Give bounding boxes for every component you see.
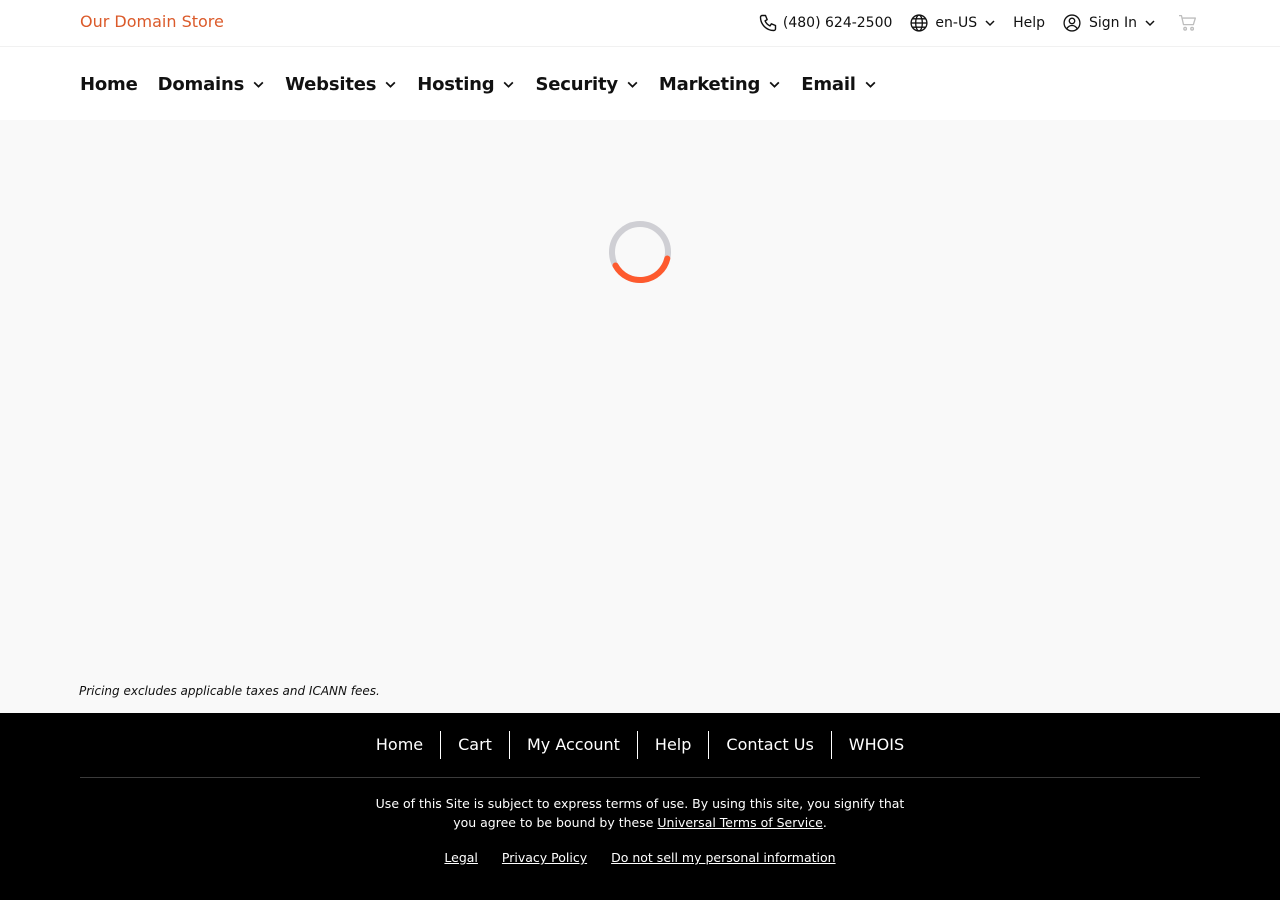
nav-item-websites[interactable]: Websites xyxy=(285,74,397,95)
main-navigation: Home Domains Websites Hosting Security Market… xyxy=(0,46,1280,120)
chevron-down-icon xyxy=(253,81,264,88)
chevron-down-icon xyxy=(627,81,638,88)
sign-in-label: Sign In xyxy=(1089,15,1137,31)
main-nav-list: Home Domains Websites Hosting Security Market… xyxy=(80,47,897,121)
footer-divider xyxy=(80,777,1200,778)
spinner-arc xyxy=(612,255,671,284)
phone-number: (480) 624-2500 xyxy=(782,15,893,31)
footer-link-my-account[interactable]: My Account xyxy=(508,731,637,759)
nav-item-label: Websites xyxy=(285,73,377,95)
footer-link-help[interactable]: Help xyxy=(636,731,708,759)
nav-item-security[interactable]: Security xyxy=(535,74,638,95)
sign-in-button[interactable]: Sign In xyxy=(1062,13,1156,33)
nav-item-label: Marketing xyxy=(658,73,761,95)
legal-link-do-not-sell-my-personal-information[interactable]: Do not sell my personal information xyxy=(611,850,835,865)
pricing-disclaimer: Pricing excludes applicable taxes and IC… xyxy=(79,684,380,698)
nav-item-marketing[interactable]: Marketing xyxy=(659,74,781,95)
language-label: en-US xyxy=(935,15,978,31)
nav-item-label: Domains xyxy=(157,73,245,95)
site-footer: Home Cart My Account Help Contact Us WHOIS Us… xyxy=(0,713,1280,900)
universal-terms-link[interactable]: Universal Terms of Service xyxy=(657,815,822,830)
nav-item-label: Email xyxy=(801,73,856,95)
top-utility-bar: Our Domain Store (480) 624-2500 en-US He… xyxy=(0,0,1280,46)
user-circle-icon xyxy=(1063,14,1081,32)
chevron-down-icon xyxy=(1145,20,1155,27)
nav-item-label: Home xyxy=(80,73,138,95)
footer-link-whois[interactable]: WHOIS xyxy=(830,731,921,759)
language-selector[interactable]: en-US xyxy=(909,13,996,33)
footer-link-home[interactable]: Home xyxy=(359,731,440,759)
chevron-down-icon xyxy=(865,81,876,88)
main-content: Pricing excludes applicable taxes and IC… xyxy=(0,120,1280,713)
legal-links: Legal Privacy Policy Do not sell my person… xyxy=(0,850,1280,865)
nav-item-label: Hosting xyxy=(417,73,495,95)
nav-item-label: Security xyxy=(535,73,618,95)
nav-item-domains[interactable]: Domains xyxy=(158,74,266,95)
phone-icon xyxy=(759,14,777,32)
utility-links: (480) 624-2500 en-US Help Sign In xyxy=(758,0,1198,46)
legal-link-privacy-policy[interactable]: Privacy Policy xyxy=(502,850,587,865)
chevron-down-icon xyxy=(769,81,780,88)
nav-item-email[interactable]: Email xyxy=(801,74,877,95)
phone-link[interactable]: (480) 624-2500 xyxy=(758,13,893,33)
nav-item-home[interactable]: Home xyxy=(80,74,138,95)
footer-links: Home Cart My Account Help Contact Us WHOIS xyxy=(0,731,1280,759)
chevron-down-icon xyxy=(985,20,995,27)
help-link[interactable]: Help xyxy=(1013,15,1045,31)
chevron-down-icon xyxy=(385,81,396,88)
loading-spinner xyxy=(609,221,671,284)
terms-notice: Use of this Site is subject to express t… xyxy=(370,794,910,832)
cart-button[interactable] xyxy=(1178,14,1198,32)
footer-link-cart[interactable]: Cart xyxy=(440,731,509,759)
cart-icon xyxy=(1179,14,1197,31)
footer-link-contact-us[interactable]: Contact Us xyxy=(708,731,830,759)
chevron-down-icon xyxy=(504,81,514,88)
globe-icon xyxy=(910,14,928,32)
legal-link-legal[interactable]: Legal xyxy=(444,850,478,865)
brand-logo-link[interactable]: Our Domain Store xyxy=(80,12,224,31)
nav-item-hosting[interactable]: Hosting xyxy=(417,74,515,95)
terms-period: . xyxy=(822,815,827,830)
